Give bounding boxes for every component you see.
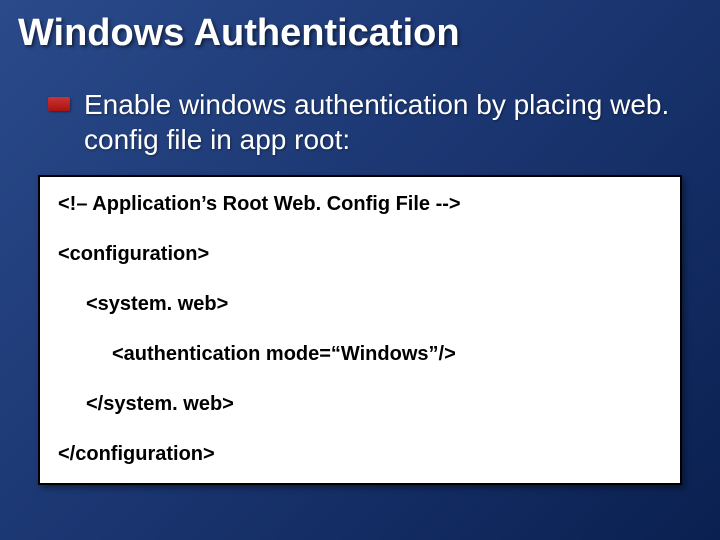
- code-line: </configuration>: [58, 441, 662, 467]
- bullet-text: Enable windows authentication by placing…: [84, 87, 680, 157]
- code-line: <configuration>: [58, 241, 662, 267]
- code-blank-line: [58, 217, 662, 241]
- code-blank-line: [58, 367, 662, 391]
- code-line: <system. web>: [58, 291, 662, 317]
- slide-title: Windows Authentication: [0, 0, 720, 55]
- code-blank-line: [58, 317, 662, 341]
- bullet-item: Enable windows authentication by placing…: [0, 55, 720, 157]
- code-line: <!– Application’s Root Web. Config File …: [58, 191, 662, 217]
- code-block: <!– Application’s Root Web. Config File …: [38, 175, 682, 485]
- code-line: </system. web>: [58, 391, 662, 417]
- code-line: <authentication mode=“Windows”/>: [58, 341, 662, 367]
- bullet-icon: [48, 97, 70, 111]
- code-blank-line: [58, 267, 662, 291]
- code-blank-line: [58, 417, 662, 441]
